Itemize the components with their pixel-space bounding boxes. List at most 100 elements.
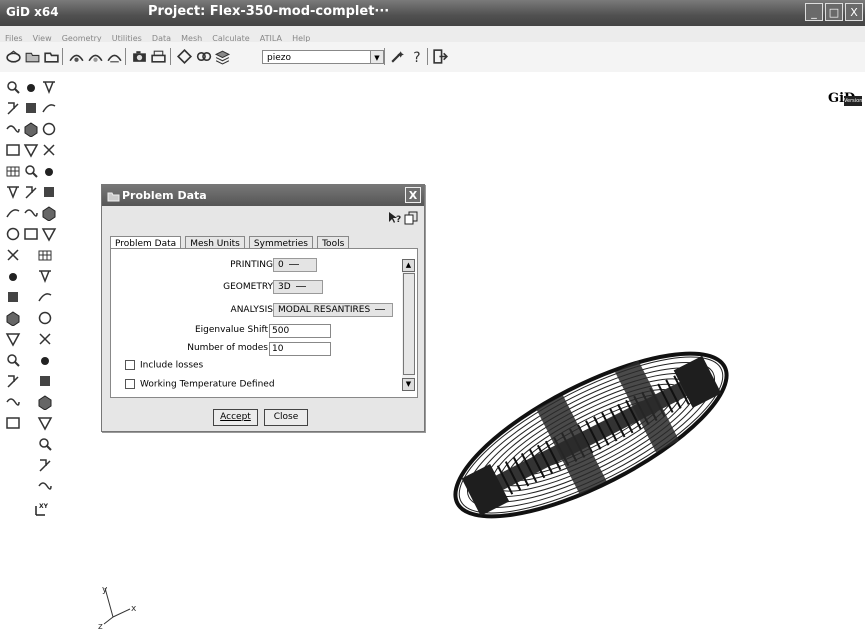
list-triangle-icon[interactable] [37,457,53,473]
printing-dropdown[interactable]: 0 [273,258,317,272]
surface-mesh-icon[interactable] [23,184,39,200]
scroll-down-icon[interactable]: ▼ [402,378,415,391]
dialog-title: Problem Data [122,189,207,202]
axis-x-label: x [131,604,137,614]
geometry-dropdown[interactable]: 3D [273,280,323,294]
zoom-out-icon[interactable] [5,100,21,116]
geometry-value: 3D [278,282,291,292]
zoom-frame-icon[interactable] [106,48,123,65]
camera-icon[interactable] [131,48,148,65]
nurbs-surface-icon[interactable] [41,121,57,137]
edit-line-icon[interactable] [23,100,39,116]
grid-surface-icon[interactable] [37,310,53,326]
xy-axis-icon[interactable] [37,478,53,494]
scatter-icon[interactable] [37,394,53,410]
redraw-icon[interactable] [5,163,21,179]
drop-icon[interactable] [41,184,57,200]
printing-value: 0 [278,260,284,270]
analysis-dropdown[interactable]: MODAL RESANTIRES [273,303,393,317]
xy-pointer-icon[interactable]: XY [33,501,49,517]
eraser-icon[interactable] [37,436,53,452]
point-icon[interactable] [23,79,39,95]
polyline-icon[interactable] [23,121,39,137]
line-icon[interactable] [5,205,21,221]
eigenvalue-shift-label: Eigenvalue Shift [194,325,268,335]
axis-y-label: y [102,585,108,595]
layers-icon[interactable] [214,48,231,65]
zoom-icon[interactable] [5,79,21,95]
move-icon[interactable] [5,373,21,389]
circle-icon[interactable] [5,247,21,263]
mesh-quad-icon[interactable] [37,331,53,347]
eigenvalue-shift-input[interactable]: 500 [269,324,331,338]
structured-icon[interactable] [41,205,57,221]
skew-icon[interactable] [37,373,53,389]
toolbar-separator [125,48,126,65]
print-icon[interactable] [150,48,167,65]
cone-icon[interactable] [5,289,21,305]
close-button[interactable]: Close [264,409,308,426]
close-window-button[interactable]: X [845,3,863,21]
context-help-icon[interactable]: ? [388,211,402,225]
arc-icon[interactable] [41,100,57,116]
maximize-button[interactable]: □ [825,3,843,21]
panel-scrollbar[interactable]: ▲ ▼ [402,259,415,391]
mesh-settings-icon[interactable] [41,226,57,242]
arc-line-icon[interactable] [5,226,21,242]
torus-icon[interactable] [5,331,21,347]
gid-logo: GiD Version 9 [828,91,863,114]
accept-button[interactable]: Accept [213,409,258,426]
surface-icon[interactable] [23,142,39,158]
mesh-model-viewport[interactable] [436,340,746,530]
exit-icon[interactable] [432,48,449,65]
scroll-up-icon[interactable]: ▲ [402,259,415,272]
sweep-icon[interactable] [23,205,39,221]
copy-icon[interactable] [404,211,418,225]
intersect-icon[interactable] [23,226,39,242]
scatter-alt-icon[interactable] [37,415,53,431]
new-file-icon[interactable] [5,48,22,65]
curve-icon[interactable] [37,247,53,263]
cylinder-icon[interactable] [41,163,57,179]
sphere-icon[interactable] [5,310,21,326]
minimize-button[interactable]: _ [805,3,823,21]
layer-select[interactable]: piezo ▼ [262,50,384,64]
pan-icon[interactable] [195,48,212,65]
wand-icon[interactable] [389,48,406,65]
working-temperature-checkbox[interactable]: Working Temperature Defined [125,379,275,390]
dialog-close-button[interactable]: X [405,187,421,203]
warp-icon[interactable] [37,352,53,368]
help-icon[interactable]: ? [409,48,426,65]
rectangle-icon[interactable] [5,268,21,284]
toolbar-separator [384,48,385,65]
line-tool-icon[interactable] [41,79,57,95]
delete-icon[interactable] [37,289,53,305]
dialog-title-bar[interactable]: Problem Data X [102,185,424,206]
number-of-modes-input[interactable]: 10 [269,342,331,356]
layer-select-value: piezo [267,53,291,63]
layer-icon[interactable] [5,415,21,431]
scroll-thumb[interactable] [403,273,415,375]
dialog-app-icon [107,192,120,202]
analysis-value: MODAL RESANTIRES [278,305,371,315]
zoom-frame-icon[interactable] [5,121,21,137]
copy-entity-icon[interactable] [5,394,21,410]
measure-icon[interactable] [5,184,21,200]
printing-label: PRINTING [230,260,273,270]
curve-edit-icon[interactable] [37,268,53,284]
rotate-icon[interactable] [176,48,193,65]
rotate-view-icon[interactable] [5,142,21,158]
hexahedra-icon[interactable] [23,163,39,179]
xy-label: XY [39,503,49,510]
toolbar-separator [62,48,63,65]
contour-icon[interactable] [5,352,21,368]
zoom-in-icon[interactable] [68,48,85,65]
volume-icon[interactable] [41,142,57,158]
open-file-icon[interactable] [24,48,41,65]
include-losses-checkbox[interactable]: Include losses [125,360,203,371]
zoom-out-icon[interactable] [87,48,104,65]
svg-text:?: ? [413,50,420,65]
app-title: GiD x64 [6,5,59,19]
problem-data-panel: PRINTING 0 GEOMETRY 3D ANALYSIS MODAL RE… [110,248,418,398]
save-file-icon[interactable] [43,48,60,65]
